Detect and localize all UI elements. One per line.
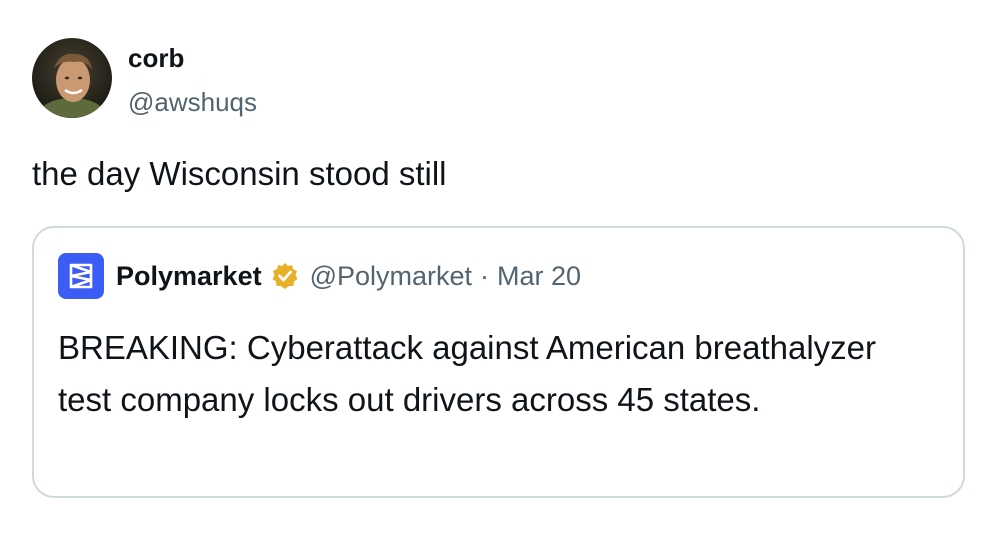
tweet-text: the day Wisconsin stood still	[32, 155, 447, 192]
author-display-name[interactable]: corb	[128, 42, 184, 74]
tweet: corb @awshuqs the day Wisconsin stood st…	[0, 0, 1000, 534]
avatar-photo-icon	[32, 38, 112, 118]
gold-verified-badge-icon	[270, 261, 300, 291]
separator-dot: ·	[480, 260, 490, 291]
polymarket-logo-icon[interactable]	[58, 253, 104, 299]
quoted-tweet-header: Polymarket @Polymarket · Mar 20	[58, 252, 581, 300]
quoted-display-name[interactable]: Polymarket	[116, 261, 262, 292]
avatar[interactable]	[32, 38, 112, 118]
quoted-handle[interactable]: @Polymarket	[310, 261, 472, 292]
author-handle[interactable]: @awshuqs	[128, 86, 257, 118]
quoted-tweet-text: BREAKING: Cyberattack against American b…	[58, 329, 877, 418]
quoted-date[interactable]: Mar 20	[497, 261, 581, 292]
quoted-tweet-card[interactable]: Polymarket @Polymarket · Mar 20 BREAKING…	[32, 226, 965, 498]
